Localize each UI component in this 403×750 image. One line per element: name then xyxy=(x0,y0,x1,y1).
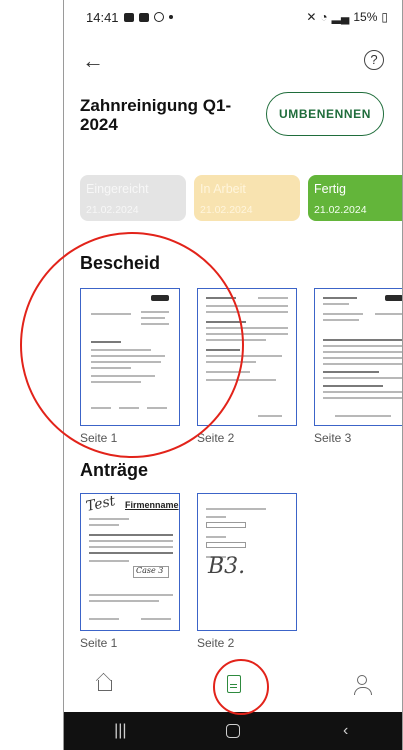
document-page-preview[interactable] xyxy=(80,288,180,426)
bescheid-pages: Seite 1 Seite 2 Seite 3 xyxy=(80,288,402,445)
phone-screen: 14:41 ✕ ◔ ▂▄ 15% ▯ ← ? Zahnreinigung Q1-… xyxy=(63,0,403,750)
signal-icon: ▂▄ xyxy=(331,10,350,24)
wifi-icon: ◔ xyxy=(320,10,328,24)
nav-documents[interactable] xyxy=(219,670,249,700)
status-label: In Arbeit xyxy=(200,182,246,196)
rename-button[interactable]: UMBENENNEN xyxy=(265,92,384,136)
status-label: Fertig xyxy=(314,182,346,196)
page-thumbnail[interactable]: Seite 1 xyxy=(80,288,180,445)
document-page-preview[interactable]: Test Firmenname Case 3 xyxy=(80,493,180,631)
page-label: Seite 1 xyxy=(80,636,118,650)
page-title: Zahnreinigung Q1-2024 xyxy=(80,96,232,134)
page-label: Seite 1 xyxy=(80,431,118,445)
page-thumbnail[interactable]: B3. Seite 2 xyxy=(197,493,297,650)
page-label: Seite 2 xyxy=(197,636,235,650)
handwritten-note: B3. xyxy=(208,554,246,579)
page-label: Seite 3 xyxy=(314,431,352,445)
battery-icon: ▯ xyxy=(381,10,388,24)
image-icon xyxy=(138,12,149,22)
document-logo xyxy=(151,295,169,301)
status-date: 21.02.2024 xyxy=(200,204,253,216)
back-icon[interactable]: ‹ xyxy=(326,722,366,740)
home-button[interactable] xyxy=(213,724,253,738)
page-thumbnail[interactable]: Test Firmenname Case 3 Seite 1 xyxy=(80,493,180,650)
handwritten-note: Test xyxy=(84,493,117,515)
recent-apps-icon[interactable]: ||| xyxy=(100,722,140,740)
status-bar: 14:41 ✕ ◔ ▂▄ 15% ▯ xyxy=(64,0,402,34)
page-thumbnail[interactable]: Seite 3 xyxy=(314,288,402,445)
home-icon xyxy=(98,679,112,691)
company-logo-text: Firmenname xyxy=(125,500,179,510)
status-step-in-progress: In Arbeit 21.02.2024 xyxy=(194,175,300,221)
nav-home[interactable] xyxy=(90,670,120,700)
nav-profile[interactable] xyxy=(348,670,378,700)
more-notifications-icon xyxy=(168,15,173,19)
profile-icon xyxy=(354,674,372,695)
sync-icon xyxy=(153,12,164,22)
section-heading-bescheid: Bescheid xyxy=(80,253,161,273)
document-page-preview[interactable] xyxy=(197,288,297,426)
system-navigation-bar: ||| ‹ xyxy=(64,712,402,750)
status-step-done: Fertig 21.02.2024 xyxy=(308,175,402,221)
bottom-navigation xyxy=(64,657,402,712)
mute-icon: ✕ xyxy=(306,10,317,24)
battery-percent: 15% xyxy=(353,10,378,24)
document-page-preview[interactable]: B3. xyxy=(197,493,297,631)
document-logo xyxy=(385,295,402,301)
antraege-pages: Test Firmenname Case 3 Seite 1 B3. Seite… xyxy=(80,493,297,650)
document-icon xyxy=(227,674,241,693)
top-bar: ← ? xyxy=(64,44,402,78)
status-timeline: Eingereicht 21.02.2024 In Arbeit 21.02.2… xyxy=(80,175,402,221)
section-heading-antraege: Anträge xyxy=(80,460,149,480)
page-thumbnail[interactable]: Seite 2 xyxy=(197,288,297,445)
help-icon[interactable]: ? xyxy=(364,50,384,70)
status-date: 21.02.2024 xyxy=(86,204,139,216)
notification-icon xyxy=(123,12,134,22)
page-label: Seite 2 xyxy=(197,431,235,445)
status-date: 21.02.2024 xyxy=(314,204,367,216)
status-label: Eingereicht xyxy=(86,182,149,196)
clock: 14:41 xyxy=(86,9,119,25)
status-step-submitted: Eingereicht 21.02.2024 xyxy=(80,175,186,221)
handwritten-box-text: Case 3 xyxy=(136,566,164,575)
document-page-preview[interactable] xyxy=(314,288,402,426)
back-arrow-icon[interactable]: ← xyxy=(82,48,104,74)
